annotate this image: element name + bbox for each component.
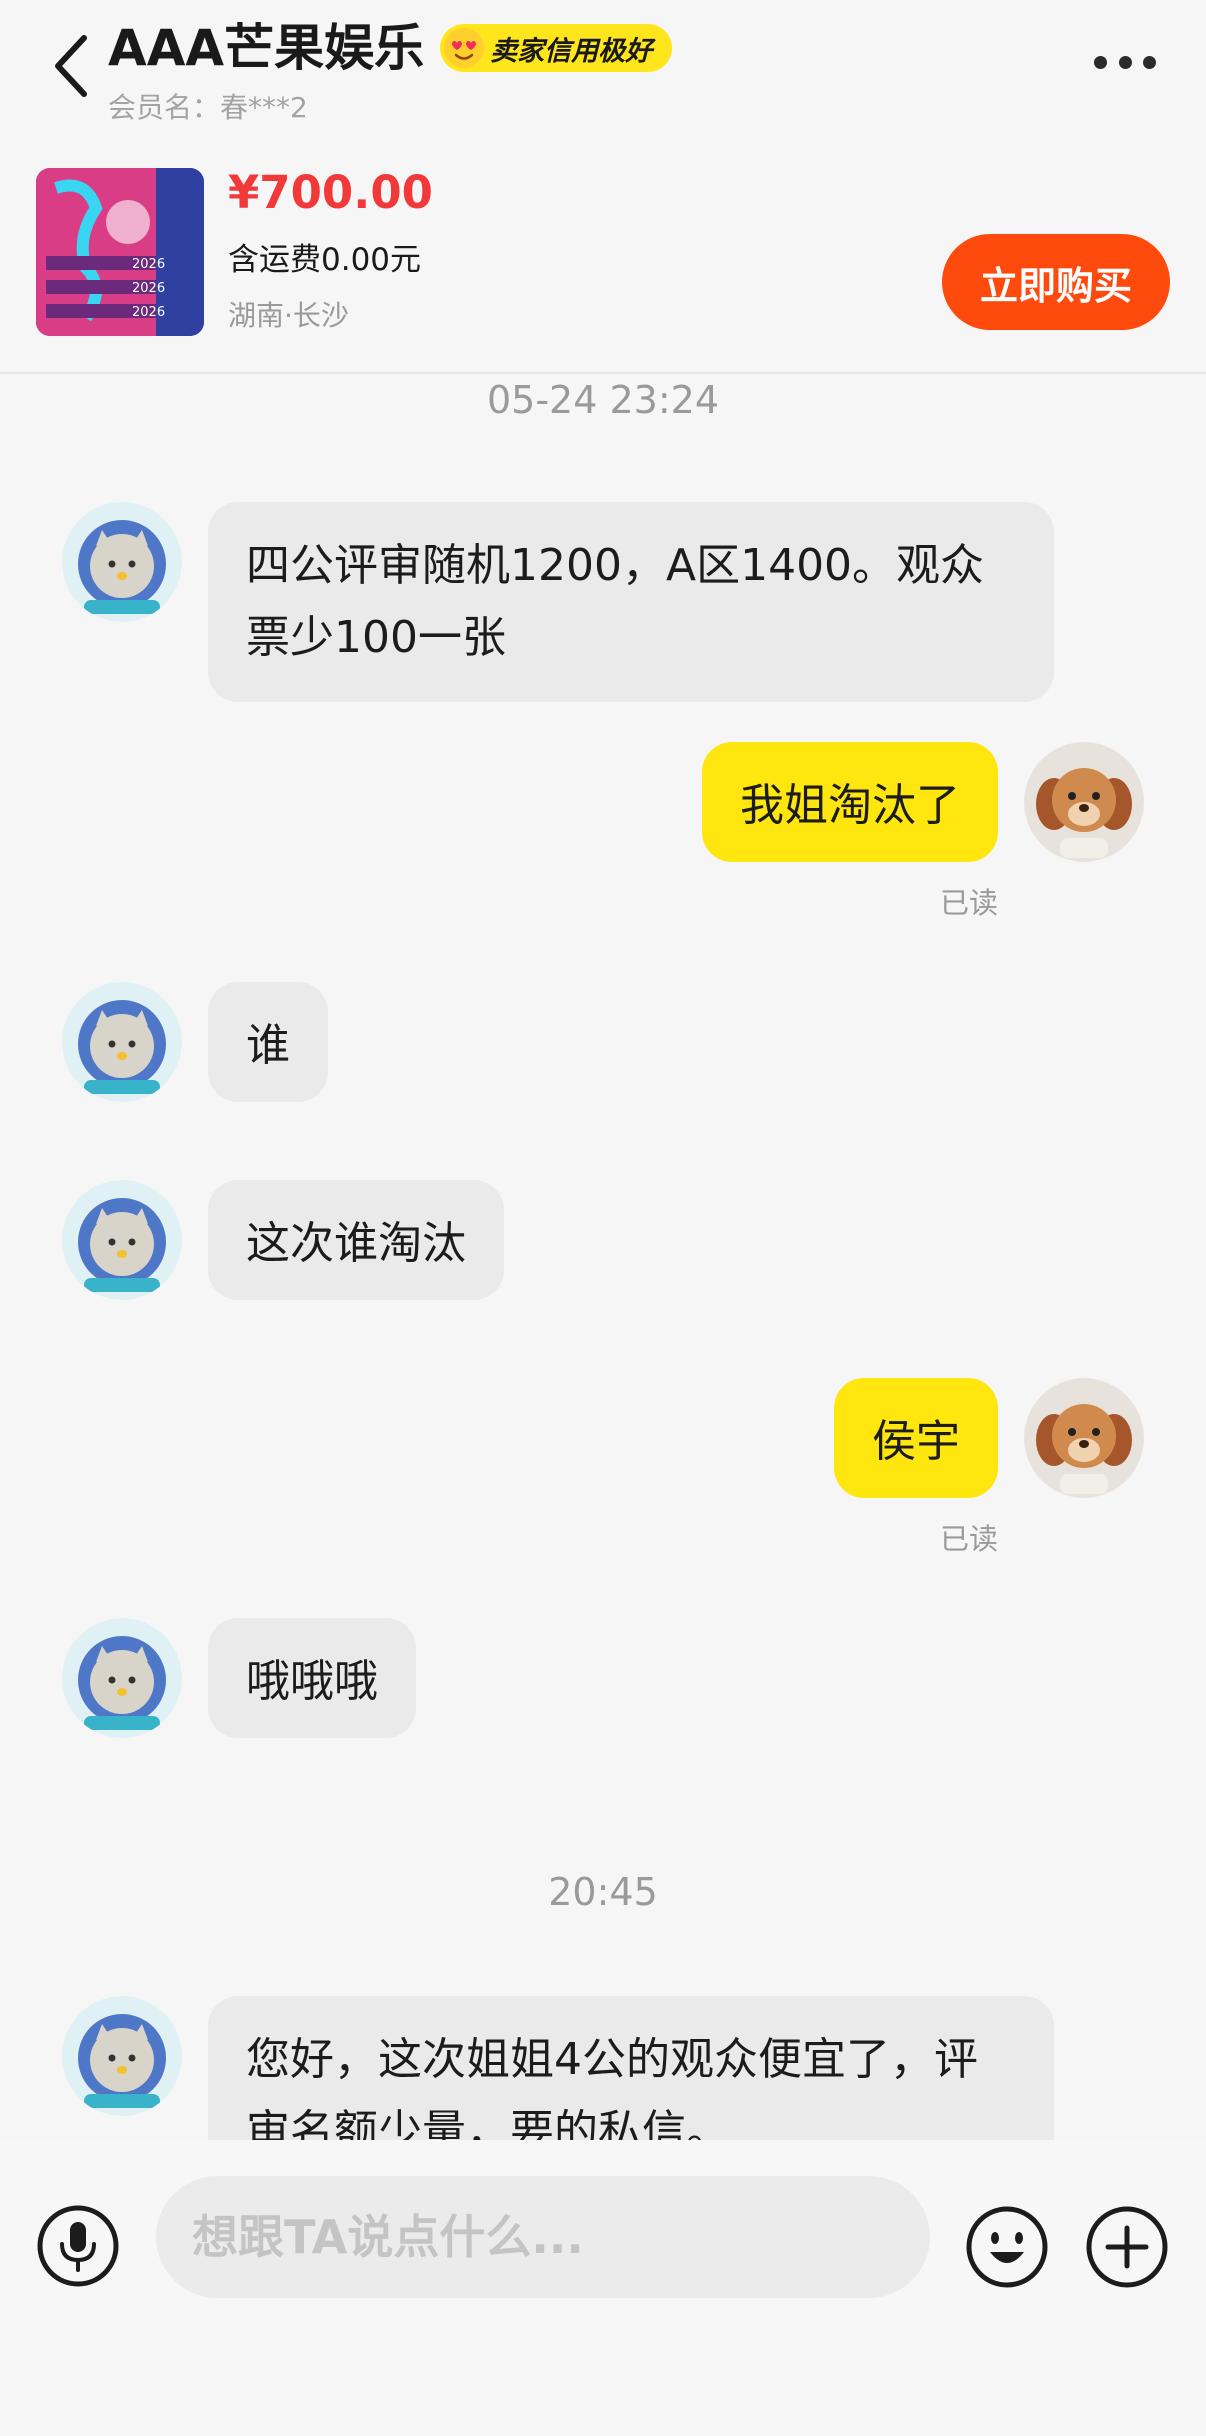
time-divider: 05-24 23:24 [486,378,719,422]
ticket-poster-image: 2026 2026 2026 [36,168,204,336]
product-thumbnail[interactable]: 2026 2026 2026 [36,168,204,336]
message-bubble-outgoing[interactable]: 我姐淘汰了 [702,742,998,862]
read-status: 已读 [940,886,999,920]
svg-text:2026: 2026 [132,257,165,272]
title-row: AAA芒果娱乐 卖家信用极好 [108,18,673,78]
credit-badge[interactable]: 卖家信用极好 [440,24,673,72]
message-bubble-incoming[interactable]: 哦哦哦 [208,1618,416,1738]
more-actions-button[interactable] [1084,2204,1170,2290]
plush-dog-avatar-icon [1024,1378,1144,1498]
svg-text:2026: 2026 [132,305,165,320]
read-status: 已读 [940,1522,999,1556]
user-avatar[interactable] [1024,1378,1144,1498]
chevron-left-icon [55,35,87,97]
time-divider: 20:45 [548,1870,658,1914]
seller-avatar[interactable] [62,982,182,1102]
plus-icon [1086,2206,1168,2288]
buy-now-button[interactable]: 立即购买 [942,234,1170,330]
cat-astronaut-avatar-icon [62,1618,182,1738]
cat-astronaut-avatar-icon [62,982,182,1102]
more-dots-icon [1094,56,1107,69]
svg-text:2026: 2026 [132,281,165,296]
heart-eyes-emoji-icon [444,28,485,68]
plush-dog-avatar-icon [1024,742,1144,862]
voice-button[interactable] [36,2204,120,2288]
chat-screen: AAA芒果娱乐 卖家信用极好 会员名：春***2 2026 2026 2026 … [0,0,1206,2436]
message-bubble-incoming[interactable]: 谁 [208,982,328,1102]
back-button[interactable] [44,30,104,100]
seller-avatar[interactable] [62,1618,182,1738]
seller-avatar[interactable] [62,1180,182,1300]
message-bubble-incoming[interactable]: 您好，这次姐姐4公的观众便宜了，评审名额少量，要的私信。 [208,1996,1054,2140]
product-shipping: 含运费0.00元 [228,242,422,278]
input-bar [0,2140,1206,2436]
product-location: 湖南·长沙 [228,299,349,332]
user-avatar[interactable] [1024,742,1144,862]
smiley-icon [966,2206,1048,2288]
seller-avatar[interactable] [62,502,182,622]
credit-badge-label: 卖家信用极好 [490,35,653,67]
chat-header: AAA芒果娱乐 卖家信用极好 会员名：春***2 2026 2026 2026 … [0,0,1206,374]
message-bubble-outgoing[interactable]: 侯宇 [834,1378,998,1498]
message-input[interactable] [156,2176,930,2298]
microphone-icon [37,2205,119,2287]
seller-avatar[interactable] [62,1996,182,2116]
message-bubble-incoming[interactable]: 这次谁淘汰 [208,1180,504,1300]
product-price: ¥700.00 [228,166,433,219]
more-options-button[interactable] [1094,56,1156,72]
member-name: 会员名：春***2 [108,91,308,124]
cat-astronaut-avatar-icon [62,1180,182,1300]
emoji-button[interactable] [964,2204,1050,2290]
cat-astronaut-avatar-icon [62,502,182,622]
shop-name[interactable]: AAA芒果娱乐 [108,18,424,78]
message-bubble-incoming[interactable]: 四公评审随机1200，A区1400。观众票少100一张 [208,502,1054,702]
message-list[interactable]: 05-24 23:24 四公评审随机1200，A区1400。观众票少100一张 … [0,374,1206,2140]
cat-astronaut-avatar-icon [62,1996,182,2116]
